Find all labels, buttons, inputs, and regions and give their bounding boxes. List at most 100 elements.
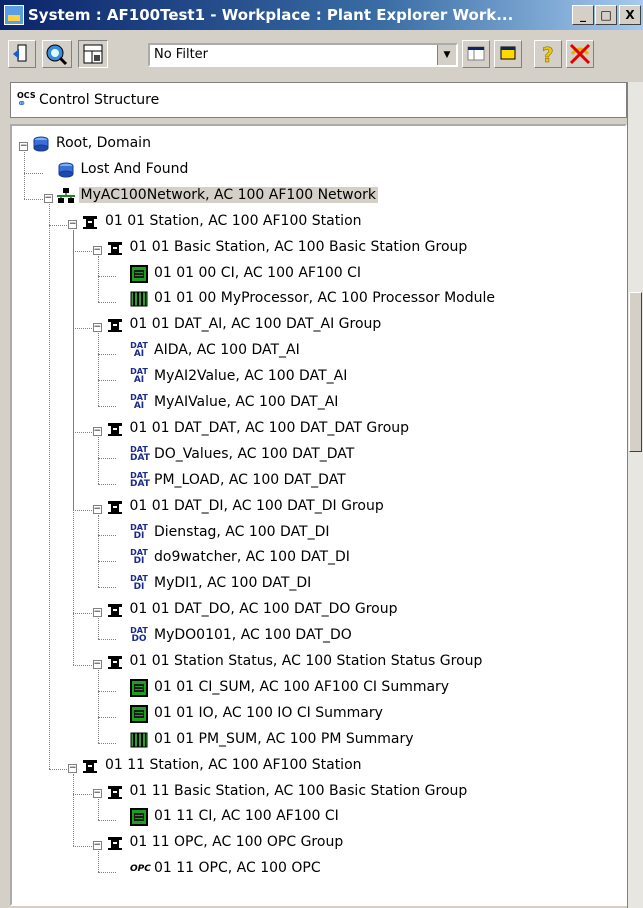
collapse-icon[interactable]: −	[92, 426, 102, 436]
icon-text: DI	[133, 556, 145, 567]
tree-item[interactable]: DAT AI MyAIValue, AC 100 DAT_AI	[12, 393, 612, 413]
station-icon	[106, 498, 124, 516]
toolbar: No Filter ▼ ?	[0, 32, 643, 76]
tree-item[interactable]: Lost And Found	[12, 160, 612, 180]
back-icon	[13, 44, 27, 62]
filter-select[interactable]: No Filter ▼	[148, 43, 458, 67]
tree-item-label: 01 01 DAT_DO, AC 100 DAT_DO Group	[129, 601, 398, 618]
collapse-icon[interactable]: −	[68, 219, 77, 229]
tree-item-label: 01 01 DAT_AI, AC 100 DAT_AI Group	[129, 316, 382, 333]
opc-icon: OPC	[130, 860, 151, 878]
tree-item[interactable]: − 01 01 Basic Station, AC 100 Basic Stati…	[12, 238, 612, 258]
maximize-button[interactable]: □	[595, 5, 617, 25]
icon-text: DI	[133, 530, 145, 541]
tree-item[interactable]: − 01 01 DAT_DI, AC 100 DAT_DI Group	[12, 497, 612, 517]
tree-item[interactable]: − 01 01 Station, AC 100 AF100 Station	[12, 212, 612, 232]
tree-item[interactable]: DAT AI AIDA, AC 100 DAT_AI	[12, 341, 612, 361]
tree-item-label: do9watcher, AC 100 DAT_DI	[154, 549, 350, 566]
dat-do-icon: DAT DO	[130, 627, 148, 645]
object-tree[interactable]: − Root, Domain Lost And Found − MyAC100Netwo…	[10, 124, 627, 906]
tree-item-label: PM_LOAD, AC 100 DAT_DAT	[154, 471, 346, 488]
tree-item-label: 01 11 OPC, AC 100 OPC Group	[129, 834, 344, 851]
tree-item[interactable]: DAT AI MyAI2Value, AC 100 DAT_AI	[12, 367, 612, 387]
window-title: System : AF100Test1 - Workplace : Plant …	[28, 6, 514, 24]
collapse-icon[interactable]: −	[92, 659, 102, 669]
columns-button[interactable]	[462, 40, 490, 68]
ci-icon	[130, 264, 148, 283]
tree-item[interactable]: − MyAC100Network, AC 100 AF100 Network	[12, 186, 612, 206]
tree-item[interactable]: − 01 01 DAT_AI, AC 100 DAT_AI Group	[12, 315, 612, 335]
ci-icon	[130, 678, 148, 697]
tree-item-label: 01 11 Station, AC 100 AF100 Station	[105, 756, 362, 773]
tree-item[interactable]: DAT DAT PM_LOAD, AC 100 DAT_DAT	[12, 471, 612, 491]
tree-item-label: 01 01 Station Status, AC 100 Station Sta…	[129, 653, 483, 669]
station-icon	[81, 757, 99, 775]
domain-icon	[57, 161, 75, 179]
tree-item-label: 01 01 Station, AC 100 AF100 Station	[105, 212, 362, 229]
tree-item[interactable]: 01 11 CI, AC 100 AF100 CI	[12, 807, 612, 827]
tree-item-label: 01 01 00 CI, AC 100 AF100 CI	[154, 264, 362, 281]
tree-item[interactable]: 01 01 IO, AC 100 IO CI Summary	[12, 704, 612, 724]
tree-item-label: DO_Values, AC 100 DAT_DAT	[154, 445, 355, 462]
station-icon	[106, 783, 124, 801]
tree-item[interactable]: 01 01 00 CI, AC 100 AF100 CI	[12, 264, 612, 284]
title-bar: System : AF100Test1 - Workplace : Plant …	[0, 0, 643, 30]
tree-item[interactable]: DAT DAT DO_Values, AC 100 DAT_DAT	[12, 445, 612, 465]
window-button[interactable]	[494, 40, 522, 68]
tree-item[interactable]: − 01 01 Station Status, AC 100 Station St…	[12, 652, 612, 672]
scroll-thumb[interactable]	[629, 292, 642, 452]
tree-item[interactable]: − 01 01 DAT_DAT, AC 100 DAT_DAT Group	[12, 419, 612, 439]
disconnect-button[interactable]	[566, 40, 594, 68]
collapse-icon[interactable]: −	[92, 789, 102, 799]
app-icon[interactable]	[4, 5, 24, 25]
collapse-icon[interactable]: −	[92, 245, 102, 255]
dat-dat-icon: DAT DAT	[130, 445, 150, 464]
tree-item[interactable]: OPC 01 11 OPC, AC 100 OPC	[12, 859, 612, 879]
tree-item-label: MyAI2Value, AC 100 DAT_AI	[154, 368, 348, 385]
tree-item[interactable]: DAT DO MyDO0101, AC 100 DAT_DO	[12, 626, 612, 646]
minimize-button[interactable]: _	[572, 5, 594, 25]
domain-icon	[32, 135, 50, 153]
tree-item[interactable]: − 01 11 OPC, AC 100 OPC Group	[12, 833, 612, 853]
tree-item[interactable]: DAT DI MyDI1, AC 100 DAT_DI	[12, 574, 612, 594]
station-icon	[81, 213, 99, 231]
tree-item[interactable]: 01 01 00 MyProcessor, AC 100 Processor M…	[12, 289, 612, 309]
chevron-down-icon[interactable]: ▼	[437, 45, 456, 65]
tree-item-label: 01 01 PM_SUM, AC 100 PM Summary	[154, 730, 414, 747]
tree-item-label: AIDA, AC 100 DAT_AI	[154, 342, 300, 359]
layout-button[interactable]	[78, 40, 108, 68]
help-icon: ?	[542, 43, 554, 68]
tree-item[interactable]: 01 01 CI_SUM, AC 100 AF100 CI Summary	[12, 678, 612, 698]
structure-selector[interactable]: OCS ⚭ Control Structure	[10, 82, 627, 118]
tree-item[interactable]: − 01 11 Station, AC 100 AF100 Station	[12, 756, 612, 776]
tree-item[interactable]: − 01 11 Basic Station, AC 100 Basic Stati…	[12, 782, 612, 802]
collapse-icon[interactable]: −	[92, 504, 102, 514]
help-button[interactable]: ?	[534, 40, 562, 68]
close-button[interactable]: X	[619, 5, 641, 25]
tree-item-label: 01 01 Basic Station, AC 100 Basic Statio…	[129, 238, 468, 255]
network-icon	[56, 187, 75, 205]
dat-ai-icon: DAT AI	[130, 342, 148, 360]
vertical-scrollbar[interactable]	[627, 82, 643, 908]
tree-item[interactable]: − Root, Domain	[12, 134, 612, 154]
collapse-icon[interactable]: −	[92, 323, 102, 333]
back-button[interactable]	[8, 40, 36, 68]
station-icon	[106, 316, 124, 334]
collapse-icon[interactable]: −	[92, 841, 102, 851]
tree-item-label: 01 11 CI, AC 100 AF100 CI	[154, 808, 339, 825]
icon-text: DAT	[130, 452, 150, 463]
collapse-icon[interactable]: −	[92, 608, 102, 618]
tree-item[interactable]: 01 01 PM_SUM, AC 100 PM Summary	[12, 730, 612, 750]
collapse-icon[interactable]: −	[43, 193, 53, 203]
tree-item[interactable]: DAT DI do9watcher, AC 100 DAT_DI	[12, 548, 612, 568]
tree-item-label: 01 01 00 MyProcessor, AC 100 Processor M…	[154, 290, 496, 307]
tree-item-label: 01 11 OPC, AC 100 OPC	[154, 860, 321, 877]
find-button[interactable]	[42, 40, 72, 68]
tree-item-label: 01 01 CI_SUM, AC 100 AF100 CI Summary	[154, 678, 450, 695]
tree-item[interactable]: DAT DI Dienstag, AC 100 DAT_DI	[12, 523, 612, 543]
collapse-icon[interactable]: −	[68, 763, 77, 773]
tree-item[interactable]: − 01 01 DAT_DO, AC 100 DAT_DO Group	[12, 600, 612, 620]
collapse-icon[interactable]: −	[19, 141, 28, 151]
filter-value: No Filter	[154, 47, 209, 62]
dat-di-icon: DAT DI	[130, 549, 148, 567]
